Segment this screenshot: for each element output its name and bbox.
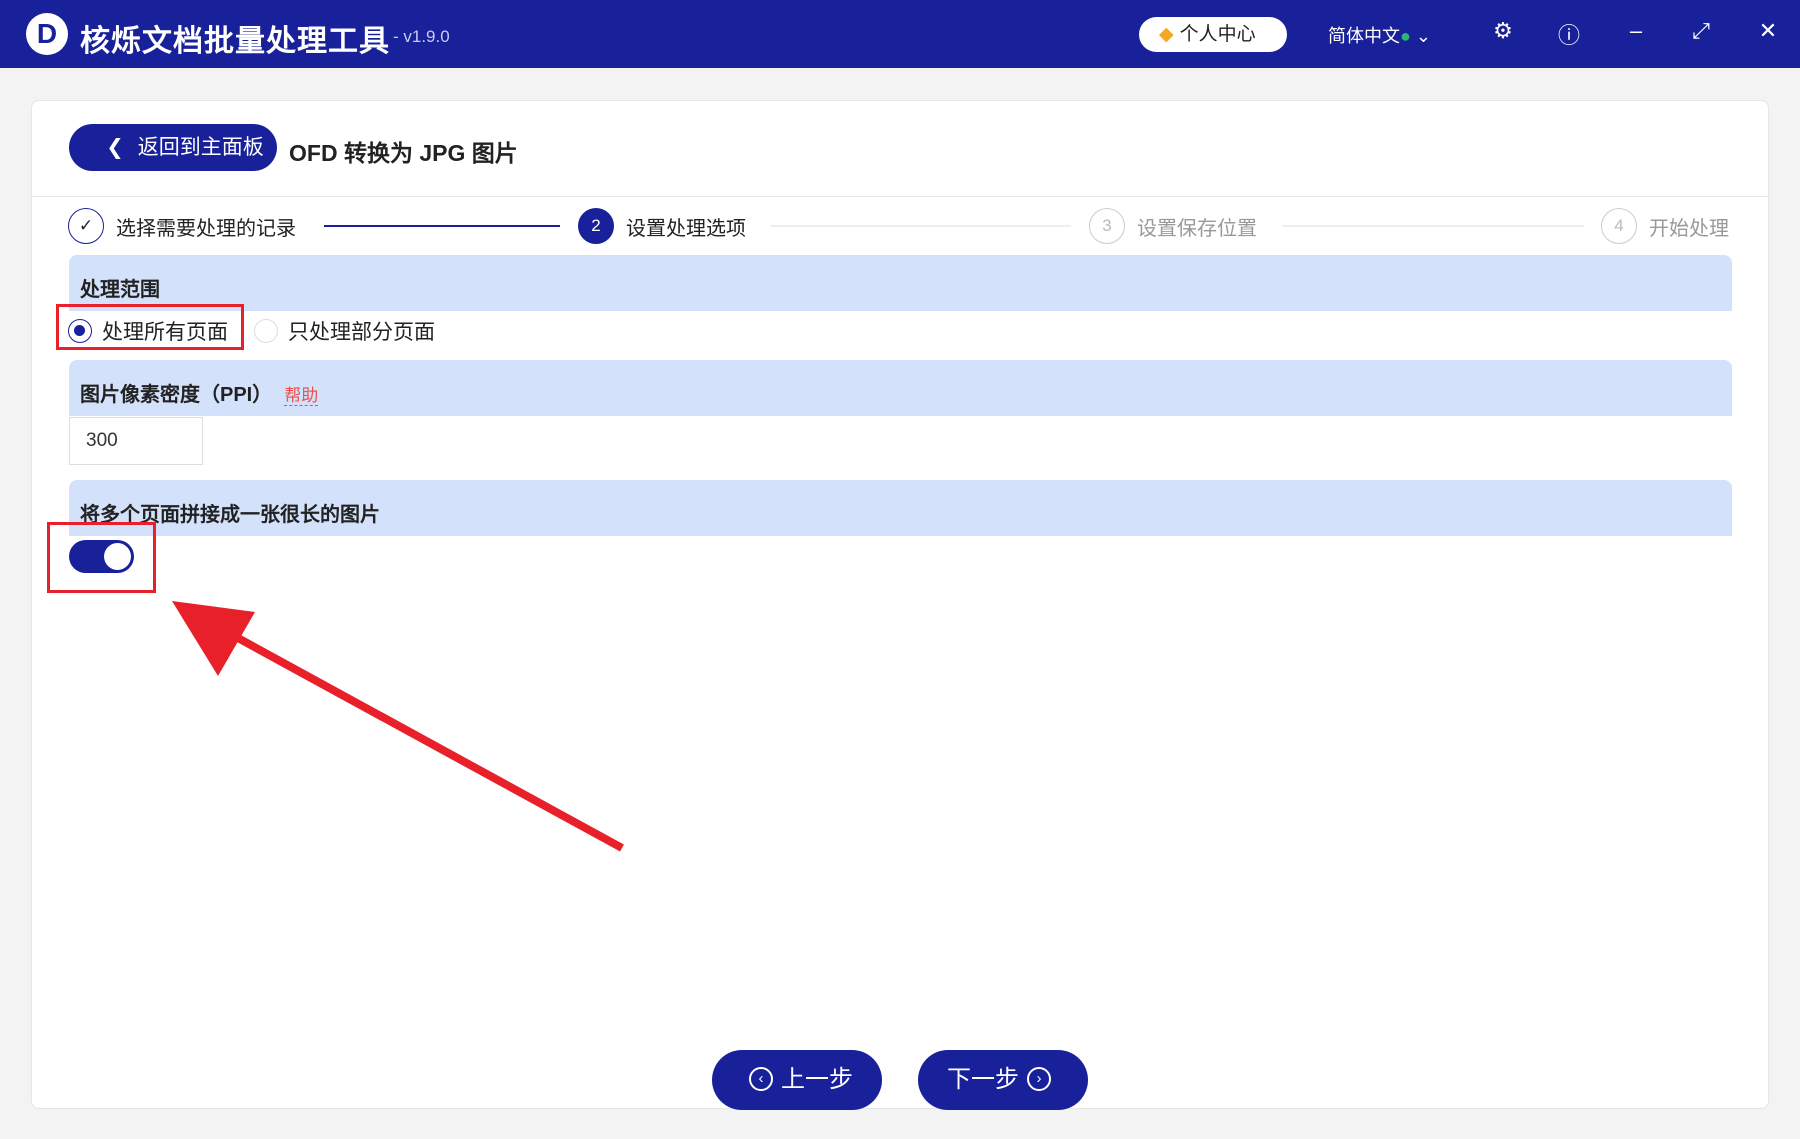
next-label: 下一步 [947,1066,1019,1093]
annotation-arrow [172,601,624,852]
circle-chevron-right-icon: › [1027,1066,1051,1091]
prev-label: 上一步 [781,1066,853,1093]
previous-step-button[interactable]: ‹ 上一步 [712,1050,882,1110]
circle-chevron-left-icon: ‹ [749,1066,773,1091]
next-step-button[interactable]: 下一步 › [918,1050,1088,1110]
